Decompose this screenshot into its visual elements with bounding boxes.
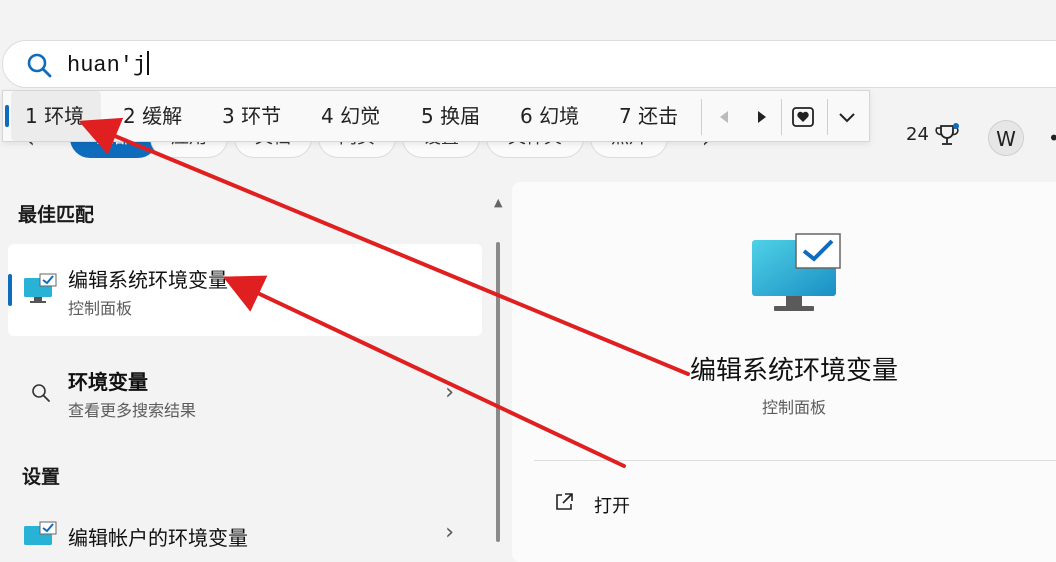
ime-divider bbox=[781, 99, 782, 135]
chevron-right-icon[interactable]: › bbox=[445, 380, 454, 405]
open-button[interactable]: 打开 bbox=[594, 492, 630, 518]
trophy-icon[interactable] bbox=[934, 122, 960, 150]
search-icon bbox=[32, 384, 50, 402]
selection-indicator bbox=[8, 274, 12, 306]
control-panel-icon bbox=[24, 273, 57, 303]
rewards-points: 24 bbox=[906, 124, 929, 145]
ime-divider bbox=[701, 99, 702, 135]
web-result-title: 环境变量 bbox=[68, 370, 148, 394]
web-search-result[interactable]: 环境变量 查看更多搜索结果 › bbox=[8, 352, 482, 432]
ime-candidate-7[interactable]: 7 还击 bbox=[619, 91, 678, 141]
text-caret bbox=[147, 51, 150, 75]
ime-selection-indicator bbox=[5, 105, 9, 127]
avatar[interactable]: W bbox=[988, 120, 1024, 156]
search-box[interactable]: huan'j bbox=[2, 40, 1056, 88]
ime-candidate-2[interactable]: 2 缓解 bbox=[123, 91, 182, 141]
more-icon[interactable]: • bbox=[1048, 126, 1056, 150]
control-panel-large-icon bbox=[752, 233, 841, 311]
page-prev-icon[interactable] bbox=[711, 103, 739, 131]
settings-result[interactable]: 编辑帐户的环境变量 › bbox=[8, 508, 482, 550]
web-result-subtitle: 查看更多搜索结果 bbox=[68, 401, 197, 420]
ime-candidate-5[interactable]: 5 换届 bbox=[421, 91, 480, 141]
scroll-up-icon[interactable]: ▲ bbox=[494, 196, 502, 209]
search-icon bbox=[27, 53, 52, 78]
scrollbar-thumb[interactable] bbox=[496, 242, 500, 542]
ime-candidate-6[interactable]: 6 幻境 bbox=[520, 91, 579, 141]
scrollbar[interactable] bbox=[494, 194, 502, 542]
detail-subtitle: 控制面板 bbox=[761, 398, 826, 417]
detail-title: 编辑系统环境变量 bbox=[689, 356, 898, 386]
best-match-heading: 最佳匹配 bbox=[18, 204, 95, 226]
detail-pane: 编辑系统环境变量 控制面板 打开 bbox=[512, 182, 1056, 562]
ime-candidate-1[interactable]: 1 环境 bbox=[5, 91, 101, 141]
search-input[interactable]: huan'j bbox=[67, 51, 150, 80]
ime-divider bbox=[827, 99, 828, 135]
open-external-icon[interactable] bbox=[552, 490, 576, 514]
ime-candidate-3[interactable]: 3 环节 bbox=[222, 91, 281, 141]
settings-heading: 设置 bbox=[22, 466, 61, 488]
best-match-result[interactable]: 编辑系统环境变量 控制面板 bbox=[8, 244, 482, 336]
detail-divider bbox=[534, 460, 1056, 461]
ime-candidate-bar: 1 环境 2 缓解 3 环节 4 幻觉 5 换届 6 幻境 7 还击 bbox=[2, 90, 870, 142]
best-match-subtitle: 控制面板 bbox=[68, 299, 133, 318]
page-next-icon[interactable] bbox=[747, 103, 775, 131]
chevron-down-icon[interactable] bbox=[833, 103, 861, 131]
settings-result-title: 编辑帐户的环境变量 bbox=[68, 526, 248, 550]
ime-candidate-4[interactable]: 4 幻觉 bbox=[321, 91, 380, 141]
best-match-title: 编辑系统环境变量 bbox=[68, 268, 228, 292]
favorite-heart-icon[interactable] bbox=[789, 103, 817, 131]
chevron-right-icon[interactable]: › bbox=[445, 520, 454, 545]
control-panel-icon bbox=[24, 521, 57, 545]
